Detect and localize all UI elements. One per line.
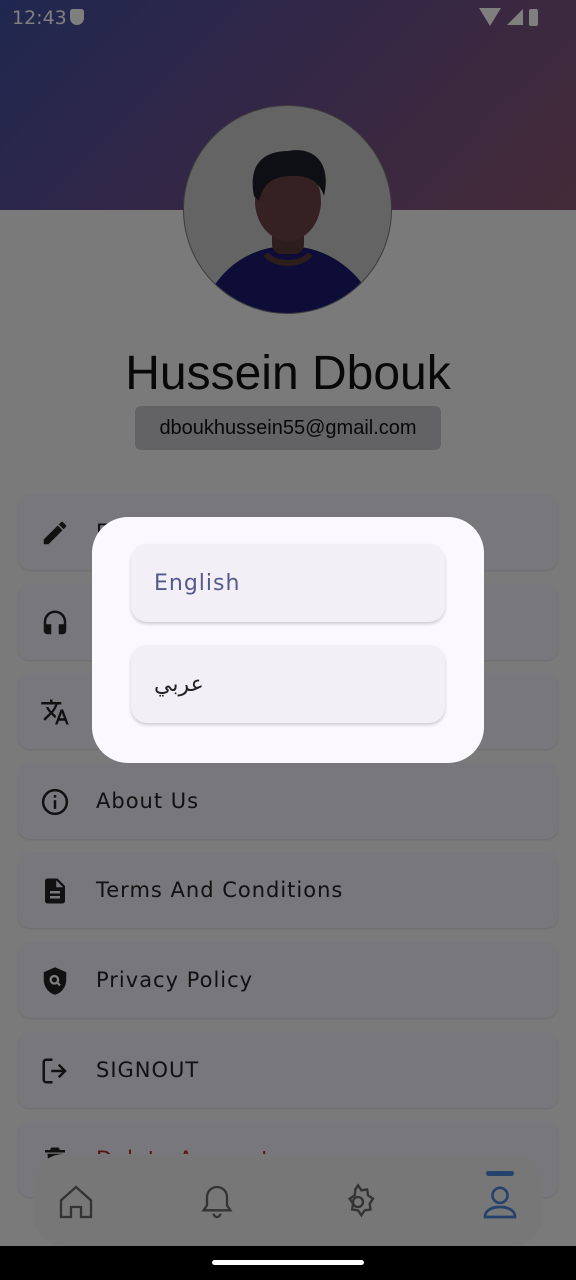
language-dialog: English عربي <box>92 517 484 763</box>
system-navigation-bar <box>0 1246 576 1280</box>
home-gesture-handle[interactable] <box>212 1260 364 1265</box>
language-option-english[interactable]: English <box>131 544 445 622</box>
language-option-arabic[interactable]: عربي <box>131 645 445 723</box>
